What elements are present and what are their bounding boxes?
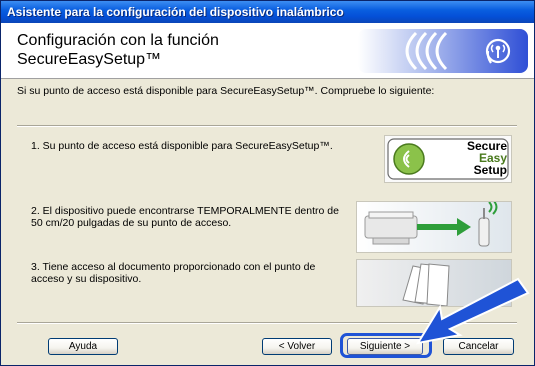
intro-text: Si su punto de acceso está disponible pa… bbox=[17, 85, 435, 97]
check-item-2: 2. El dispositivo puede encontrarse TEMP… bbox=[31, 205, 339, 229]
window-title: Asistente para la configuración del disp… bbox=[7, 5, 344, 19]
pointer-arrow-icon bbox=[415, 277, 530, 345]
title-bar[interactable]: Asistente para la configuración del disp… bbox=[1, 1, 534, 23]
back-button[interactable]: < Volver bbox=[262, 338, 332, 355]
device-near-access-point-image bbox=[356, 201, 512, 253]
badge-line-setup: Setup bbox=[473, 163, 507, 177]
check-item-3: 3. Tiene acceso al documento proporciona… bbox=[31, 261, 316, 285]
help-button[interactable]: Ayuda bbox=[48, 338, 118, 355]
check-item-1: 1. Su punto de acceso está disponible pa… bbox=[31, 140, 333, 152]
page-title: Configuración con la función SecureEasyS… bbox=[17, 32, 219, 68]
secure-easy-setup-logo: Secure Easy Setup bbox=[384, 135, 512, 183]
wizard-header: Configuración con la función SecureEasyS… bbox=[1, 23, 534, 79]
separator-top bbox=[17, 125, 517, 127]
wireless-signal-icon bbox=[358, 29, 528, 73]
wizard-window: Asistente para la configuración del disp… bbox=[0, 0, 535, 366]
